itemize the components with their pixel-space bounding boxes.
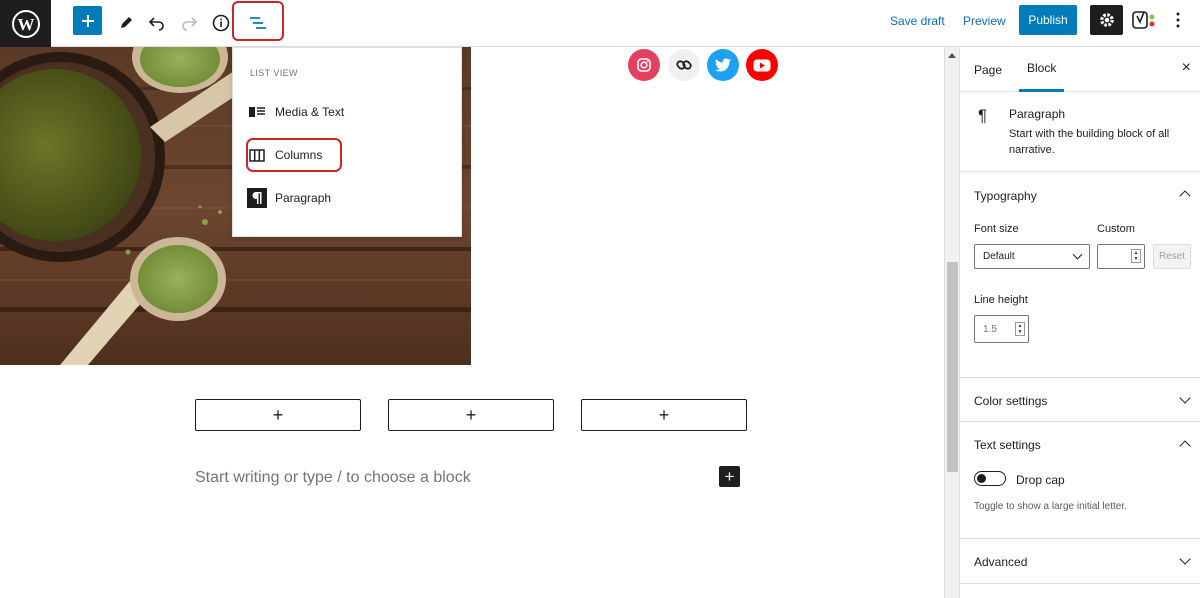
font-size-label: Font size: [974, 223, 1019, 235]
column-3-add-button[interactable]: +: [581, 399, 747, 431]
instagram-icon[interactable]: [628, 49, 660, 81]
list-view-highlight: [232, 1, 284, 41]
custom-size-label: Custom: [1097, 223, 1135, 235]
block-name: Paragraph: [1009, 107, 1066, 121]
color-settings-title[interactable]: Color settings: [974, 394, 1047, 408]
list-item-paragraph[interactable]: Paragraph: [247, 184, 331, 212]
sidebar-tabs: Page Block ×: [960, 47, 1200, 92]
svg-text:W: W: [17, 15, 34, 34]
settings-sidebar: Page Block × ¶ Paragraph Start with the …: [959, 47, 1200, 598]
list-item-media-text[interactable]: Media & Text: [247, 98, 344, 126]
editor-canvas: + + + Start writing or type / to choose …: [0, 47, 944, 598]
typography-title[interactable]: Typography: [974, 189, 1037, 203]
chevron-up-icon[interactable]: [1179, 190, 1191, 202]
save-draft-button[interactable]: Save draft: [890, 14, 945, 28]
yoast-seo-icon[interactable]: [1128, 5, 1160, 35]
block-card: ¶ Paragraph Start with the building bloc…: [960, 92, 1200, 172]
chevron-down-icon[interactable]: [1179, 392, 1191, 404]
line-height-value: 1.5: [983, 323, 997, 335]
inline-add-block-button[interactable]: +: [719, 466, 740, 487]
column-1-add-button[interactable]: +: [195, 399, 361, 431]
chevron-up-icon[interactable]: [1179, 440, 1191, 452]
toggle-knob: [977, 474, 986, 483]
edit-tools-icon[interactable]: [109, 6, 143, 40]
typography-panel: Typography Font size Custom Default ▲ ▼ R…: [960, 172, 1200, 378]
font-size-select[interactable]: Default: [974, 244, 1090, 269]
undo-icon[interactable]: [140, 6, 174, 40]
preview-button[interactable]: Preview: [963, 14, 1006, 28]
scroll-up-arrow-icon[interactable]: [948, 53, 956, 58]
drop-cap-toggle[interactable]: [974, 471, 1006, 486]
redo-icon[interactable]: [172, 6, 206, 40]
list-item-label: Paragraph: [275, 191, 332, 205]
tab-page[interactable]: Page: [974, 47, 1002, 92]
media-text-icon: [247, 102, 267, 122]
stepper-icon[interactable]: ▲ ▼: [1015, 322, 1025, 336]
advanced-title[interactable]: Advanced: [974, 555, 1027, 569]
block-description: Start with the building block of all nar…: [1009, 128, 1170, 156]
paragraph-icon: [247, 188, 267, 208]
line-height-input[interactable]: 1.5 ▲ ▼: [974, 315, 1029, 343]
text-settings-title[interactable]: Text settings: [974, 438, 1041, 452]
stepper-icon[interactable]: ▲ ▼: [1131, 249, 1141, 263]
chevron-down-icon[interactable]: [1179, 553, 1191, 565]
text-settings-panel: Text settings Drop cap Toggle to show a …: [960, 422, 1200, 539]
publish-button[interactable]: Publish: [1019, 5, 1077, 35]
wordpress-logo-icon[interactable]: W: [0, 0, 51, 47]
reset-button[interactable]: Reset: [1153, 244, 1191, 269]
youtube-icon[interactable]: [746, 49, 778, 81]
twitter-icon[interactable]: [707, 49, 739, 81]
drop-cap-help: Toggle to show a large initial letter.: [974, 501, 1127, 512]
list-item-label: Media & Text: [275, 105, 345, 119]
drop-cap-label: Drop cap: [1016, 473, 1065, 487]
column-2-add-button[interactable]: +: [388, 399, 554, 431]
scroll-thumb[interactable]: [947, 262, 958, 472]
link-icon[interactable]: [668, 49, 700, 81]
editor-scrollbar[interactable]: [944, 47, 959, 598]
chevron-down-icon: [1072, 249, 1083, 260]
custom-size-input[interactable]: ▲ ▼: [1097, 244, 1145, 269]
more-options-icon[interactable]: [1165, 5, 1191, 35]
line-height-label: Line height: [974, 294, 1028, 306]
tab-block[interactable]: Block: [1019, 47, 1065, 92]
add-block-button[interactable]: [73, 6, 102, 35]
close-sidebar-icon[interactable]: ×: [1182, 59, 1191, 77]
settings-gear-icon[interactable]: [1090, 5, 1123, 35]
advanced-panel[interactable]: Advanced: [960, 539, 1200, 584]
list-view-title: LIST VIEW: [250, 68, 298, 78]
columns-highlight: [246, 138, 342, 172]
color-settings-panel[interactable]: Color settings: [960, 378, 1200, 422]
paragraph-block-icon: ¶: [978, 106, 988, 125]
paragraph-placeholder[interactable]: Start writing or type / to choose a bloc…: [195, 469, 471, 487]
font-size-value: Default: [983, 251, 1015, 262]
top-toolbar: W Save draft Preview Publish: [0, 0, 1200, 47]
